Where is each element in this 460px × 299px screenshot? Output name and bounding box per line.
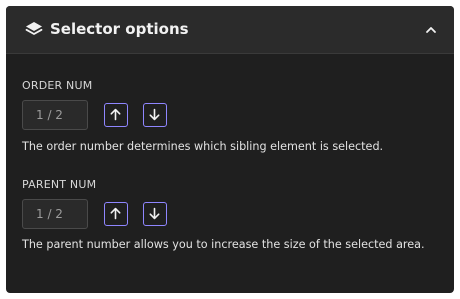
order-num-field[interactable]: [22, 100, 88, 130]
order-num-description: The order number determines which siblin…: [22, 140, 384, 153]
parent-num-description: The parent number allows you to increase…: [22, 238, 425, 251]
parent-up-button[interactable]: [104, 202, 128, 226]
parent-num-field[interactable]: [22, 199, 88, 229]
layers-icon: [25, 22, 43, 35]
arrow-down-icon: [149, 108, 160, 121]
arrow-up-icon: [110, 108, 121, 121]
arrow-down-icon: [149, 207, 160, 220]
arrow-up-icon: [110, 207, 121, 220]
order-up-button[interactable]: [104, 103, 128, 127]
chevron-up-icon[interactable]: [424, 23, 438, 37]
order-num-label: ORDER NUM: [22, 79, 93, 92]
parent-down-button[interactable]: [143, 202, 167, 226]
order-down-button[interactable]: [143, 103, 167, 127]
parent-num-label: PARENT NUM: [22, 178, 97, 191]
panel-header[interactable]: Selector options: [6, 6, 454, 54]
selector-options-panel: Selector options ORDER NUM The order num…: [6, 6, 454, 293]
panel-title: Selector options: [50, 20, 189, 38]
